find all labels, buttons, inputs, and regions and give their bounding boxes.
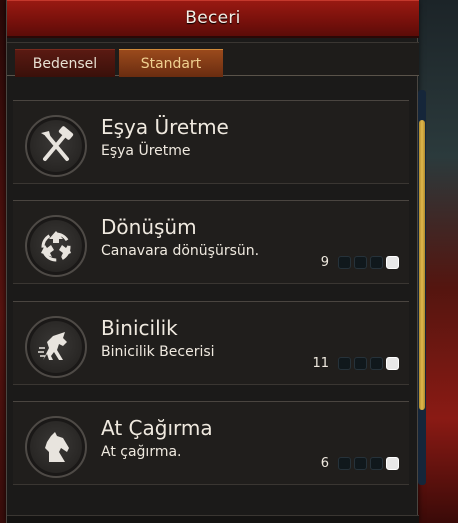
level-pip-filled [386, 456, 399, 470]
row-divider [13, 183, 409, 184]
skill-description: Eşya Üretme [101, 143, 191, 159]
skill-level-number: 9 [320, 254, 329, 270]
skill-list: Eşya Üretme Eşya Üretme Dönüşüm Canavara… [7, 96, 419, 516]
level-pip-filled [386, 356, 399, 370]
level-pip [370, 255, 383, 269]
skill-row-at-cagirma[interactable]: At Çağırma At çağırma. 6 [13, 401, 409, 485]
level-pip [370, 356, 383, 370]
skill-level: 11 [312, 354, 399, 372]
level-pip [354, 356, 367, 370]
row-divider [13, 484, 409, 485]
skill-name: Dönüşüm [101, 215, 197, 239]
skill-description: At çağırma. [101, 444, 182, 460]
rearing-horse-icon [25, 316, 87, 378]
window-title: Beceri [185, 8, 241, 28]
tab-bar: Bedensel Standart [7, 42, 419, 77]
skill-row-esya-uretme[interactable]: Eşya Üretme Eşya Üretme [13, 100, 409, 184]
row-divider [13, 384, 409, 385]
skill-row-donusum[interactable]: Dönüşüm Canavara dönüşürsün. 9 [13, 200, 409, 284]
skill-level-number: 11 [312, 355, 329, 371]
title-bar[interactable]: Beceri [7, 0, 419, 38]
tab-standart[interactable]: Standart [119, 49, 223, 77]
skill-level: 9 [321, 253, 399, 271]
window-bottom-edge [7, 515, 419, 523]
horse-head-icon [25, 416, 87, 478]
skill-name: Binicilik [101, 316, 178, 340]
skill-window: Beceri Bedensel Standart Eşya Üretme Eşy… [6, 0, 419, 523]
recycle-icon [25, 215, 87, 277]
level-pip [370, 456, 383, 470]
skill-description: Canavara dönüşürsün. [101, 243, 260, 259]
crossed-tools-icon [25, 115, 87, 177]
skill-name: Eşya Üretme [101, 115, 229, 139]
level-pip-filled [386, 255, 399, 269]
level-pip [354, 255, 367, 269]
row-divider [13, 283, 409, 284]
scrollbar-thumb[interactable] [419, 120, 425, 410]
tab-bedensel[interactable]: Bedensel [15, 49, 115, 77]
level-pip [354, 456, 367, 470]
skill-name: At Çağırma [101, 416, 213, 440]
level-pip [338, 356, 351, 370]
skill-description: Binicilik Becerisi [101, 344, 215, 360]
skill-level-number: 6 [320, 455, 329, 471]
skill-level: 6 [321, 454, 399, 472]
level-pip [338, 255, 351, 269]
level-pip [338, 456, 351, 470]
skill-row-binicilik[interactable]: Binicilik Binicilik Becerisi 11 [13, 301, 409, 385]
